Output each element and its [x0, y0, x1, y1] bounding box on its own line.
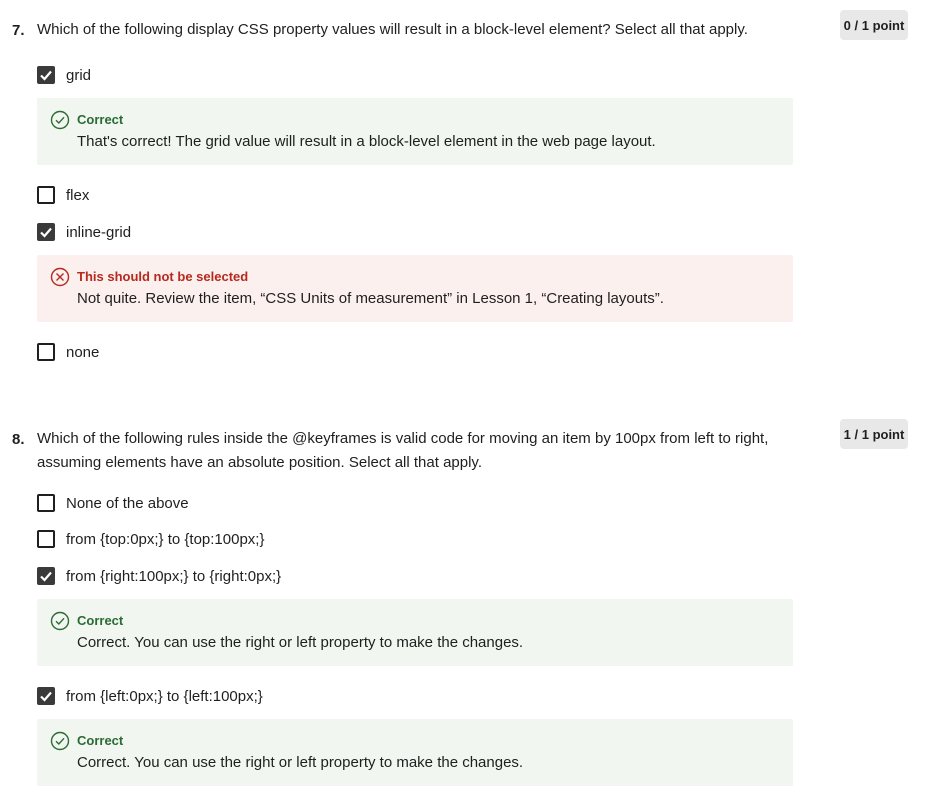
- option-label: from {top:0px;} to {top:100px;}: [66, 530, 265, 548]
- question-number: 7.: [12, 22, 25, 39]
- option-top[interactable]: from {top:0px;} to {top:100px;}: [37, 529, 264, 549]
- feedback-title: This should not be selected: [77, 269, 249, 284]
- feedback-title: Correct: [77, 733, 124, 748]
- points-badge: 1 / 1 point: [840, 419, 908, 449]
- checkbox-unchecked-icon[interactable]: [37, 343, 55, 361]
- checkbox-checked-icon[interactable]: [37, 687, 55, 705]
- option-label: grid: [66, 66, 92, 84]
- feedback-incorrect: This should not be selected Not quite. R…: [37, 255, 793, 322]
- check-circle-icon: [50, 110, 70, 130]
- check-circle-icon: [50, 731, 70, 751]
- feedback-text: Correct. You can use the right or left p…: [77, 754, 524, 771]
- feedback-correct: Correct Correct. You can use the right o…: [37, 599, 793, 666]
- checkbox-unchecked-icon[interactable]: [37, 530, 55, 548]
- question-number: 8.: [12, 431, 25, 448]
- feedback-text: Not quite. Review the item, “CSS Units o…: [77, 290, 664, 307]
- question-text: Which of the following rules inside the …: [37, 430, 769, 471]
- feedback-title: Correct: [77, 112, 124, 127]
- feedback-text: Correct. You can use the right or left p…: [77, 634, 524, 651]
- check-circle-icon: [50, 611, 70, 631]
- option-flex[interactable]: flex: [37, 185, 89, 205]
- points-badge: 0 / 1 point: [840, 10, 908, 40]
- option-label: inline-grid: [66, 223, 132, 241]
- feedback-title: Correct: [77, 613, 124, 628]
- option-right[interactable]: from {right:100px;} to {right:0px;}: [37, 566, 281, 586]
- option-grid[interactable]: grid: [37, 65, 91, 85]
- option-label: None of the above: [66, 494, 189, 512]
- checkbox-checked-icon[interactable]: [37, 66, 55, 84]
- question-text: Which of the following display CSS prope…: [37, 21, 748, 38]
- option-left[interactable]: from {left:0px;} to {left:100px;}: [37, 686, 263, 706]
- option-none[interactable]: none: [37, 342, 99, 362]
- checkbox-checked-icon[interactable]: [37, 223, 55, 241]
- option-label: none: [66, 343, 100, 361]
- checkbox-unchecked-icon[interactable]: [37, 494, 55, 512]
- feedback-correct: Correct That's correct! The grid value w…: [37, 98, 793, 165]
- option-inline-grid[interactable]: inline-grid: [37, 222, 131, 242]
- option-label: flex: [66, 186, 90, 204]
- checkbox-checked-icon[interactable]: [37, 567, 55, 585]
- x-circle-icon: [50, 267, 70, 287]
- option-label: from {right:100px;} to {right:0px;}: [66, 567, 282, 585]
- option-none-of-the-above[interactable]: None of the above: [37, 493, 189, 513]
- option-label: from {left:0px;} to {left:100px;}: [66, 687, 263, 705]
- checkbox-unchecked-icon[interactable]: [37, 186, 55, 204]
- feedback-text: That's correct! The grid value will resu…: [77, 133, 656, 150]
- feedback-correct: Correct Correct. You can use the right o…: [37, 719, 793, 786]
